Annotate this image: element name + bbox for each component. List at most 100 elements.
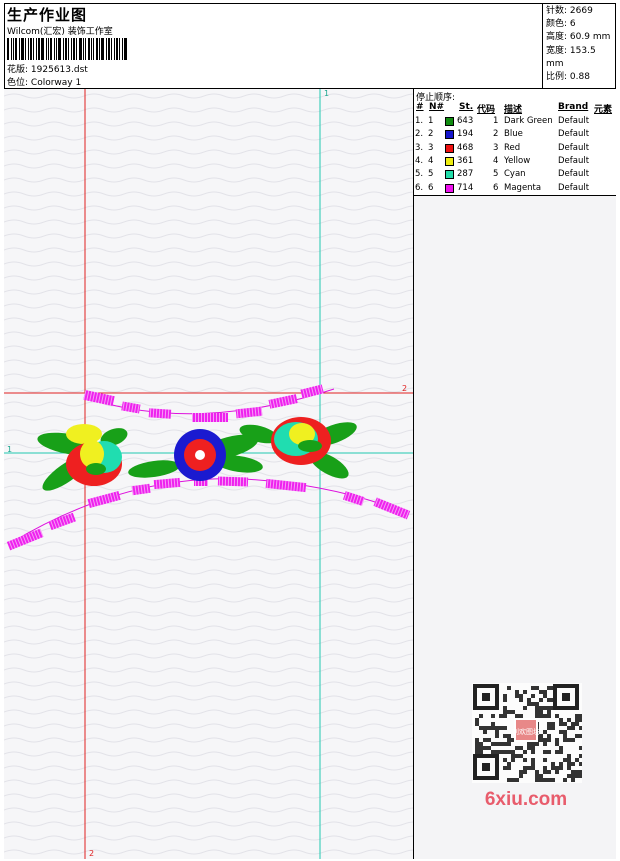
barcode-bar [50,38,52,60]
barcode-bar [116,38,118,60]
row-description: Magenta [504,182,542,193]
design-file-label: 花版: [7,65,29,75]
row-stitches: 643 [457,116,474,126]
colorway-line: 色位: Colorway 1 [7,75,81,88]
row-brand: Default [558,182,590,193]
row-brand: Default [558,169,590,180]
guide-v1-label: 1 [324,89,329,98]
barcode-bar [21,38,24,60]
stat-height: 高度: 60.9 mm [546,31,616,44]
row-stitches: 468 [457,142,474,153]
barcode-bar [114,38,115,60]
stat-scale: 比例: 0.88 [546,71,616,84]
barcode-bar [41,38,44,60]
row-index: 1. [415,116,424,126]
barcode-bar [25,38,26,60]
row-index: 5. [415,169,424,180]
barcode-bar [96,38,98,60]
colorway-value: Colorway 1 [30,78,82,88]
stat-colors-label: 颜色: [546,19,568,30]
row-brand: Default [558,129,590,140]
row-code: 5 [493,169,499,180]
design-file-line: 花版: 1925613.dst [7,62,88,75]
barcode-bar [111,38,112,60]
col-header-stitches: St. [459,102,474,112]
header: 生产作业图 Wilcom(汇宏) 装饰工作室 花版: 1925613.dst 色… [4,3,616,89]
stop-row: 5. 5 287 5 Cyan Default [414,169,616,182]
stat-stitches-label: 针数: [546,6,568,16]
col-header-description: 描述 [504,105,523,115]
row-index: 3. [415,142,424,153]
stop-row: 6. 6 714 6 Magenta Default [414,183,616,196]
barcode-bar [71,38,72,60]
barcode-bar [58,38,61,60]
row-needle: 4 [428,155,434,166]
barcode-bar [46,38,47,60]
stat-width-label: 宽度: [546,45,568,56]
barcode-bar [91,38,92,60]
colorway-label: 色位: [7,78,29,88]
row-brand: Default [558,142,590,153]
guide-v2-label: 2 [89,849,94,858]
col-header-element: 元素 [594,105,613,115]
row-index: 6. [415,182,424,193]
row-stitches: 714 [457,182,474,193]
col-header-code: 代码 [477,105,496,115]
barcode-bar [19,38,20,60]
design-file-value: 1925613.dst [30,65,88,75]
barcode-bar [85,38,86,60]
row-stitches: 287 [457,169,474,180]
barcode-bar [30,38,32,60]
barcode-bar [15,38,17,60]
sheet-title: 生产作业图 [7,6,88,24]
design-canvas: 1 2 1 2 [4,89,414,859]
row-needle: 2 [428,129,434,140]
row-needle: 3 [428,142,434,153]
col-header-brand: Brand [558,102,589,112]
barcode-bar [28,38,29,60]
stat-colors: 颜色: 6 [546,18,616,31]
barcode-bar [13,38,14,60]
row-brand: Default [558,155,590,166]
stop-row: 2. 2 194 2 Blue Default [414,129,616,142]
row-code: 1 [493,116,499,126]
barcode-bar [79,38,82,60]
color-swatch [445,130,454,140]
color-swatch [445,156,454,166]
barcode-bar [48,38,49,60]
barcode-bar [36,38,37,60]
color-swatch [445,143,454,153]
color-swatch [445,170,454,180]
stat-colors-value: 6 [569,19,576,30]
barcode-bar [119,38,120,60]
row-needle: 6 [428,182,434,193]
stat-stitches-value: 2669 [569,6,593,16]
row-description: Yellow [504,155,531,166]
barcode-bar [93,38,94,60]
color-swatch [445,117,454,126]
guide-h1-label: 1 [7,445,12,454]
row-stitches: 361 [457,155,474,166]
barcode-bar [7,38,9,60]
row-description: Blue [504,129,523,140]
barcode-bar [76,38,77,60]
barcode-bar [38,38,40,60]
barcode-bar [73,38,75,60]
row-index: 2. [415,129,424,140]
stat-width: 宽度: 153.5 mm [546,45,616,71]
stat-stitches: 针数: 2669 [546,5,616,18]
barcode-bar [124,38,127,60]
row-index: 4. [415,155,424,166]
row-code: 2 [493,129,499,140]
barcode-bar [88,38,90,60]
stats-box: 针数: 2669 颜色: 6 高度: 60.9 mm 宽度: 153.5 mm … [542,3,616,89]
production-sheet: 生产作业图 Wilcom(汇宏) 装饰工作室 花版: 1925613.dst 色… [0,0,620,861]
barcode-bar [108,38,110,60]
barcode [7,38,144,60]
stat-height-value: 60.9 mm [569,32,611,43]
qr-code-icon: 刘欢图坊 6xiu.com [472,683,583,810]
barcode-bar [99,38,100,60]
stamp-text: 刘欢图坊 [512,727,540,736]
row-brand: Default [558,116,590,126]
row-code: 3 [493,142,499,153]
